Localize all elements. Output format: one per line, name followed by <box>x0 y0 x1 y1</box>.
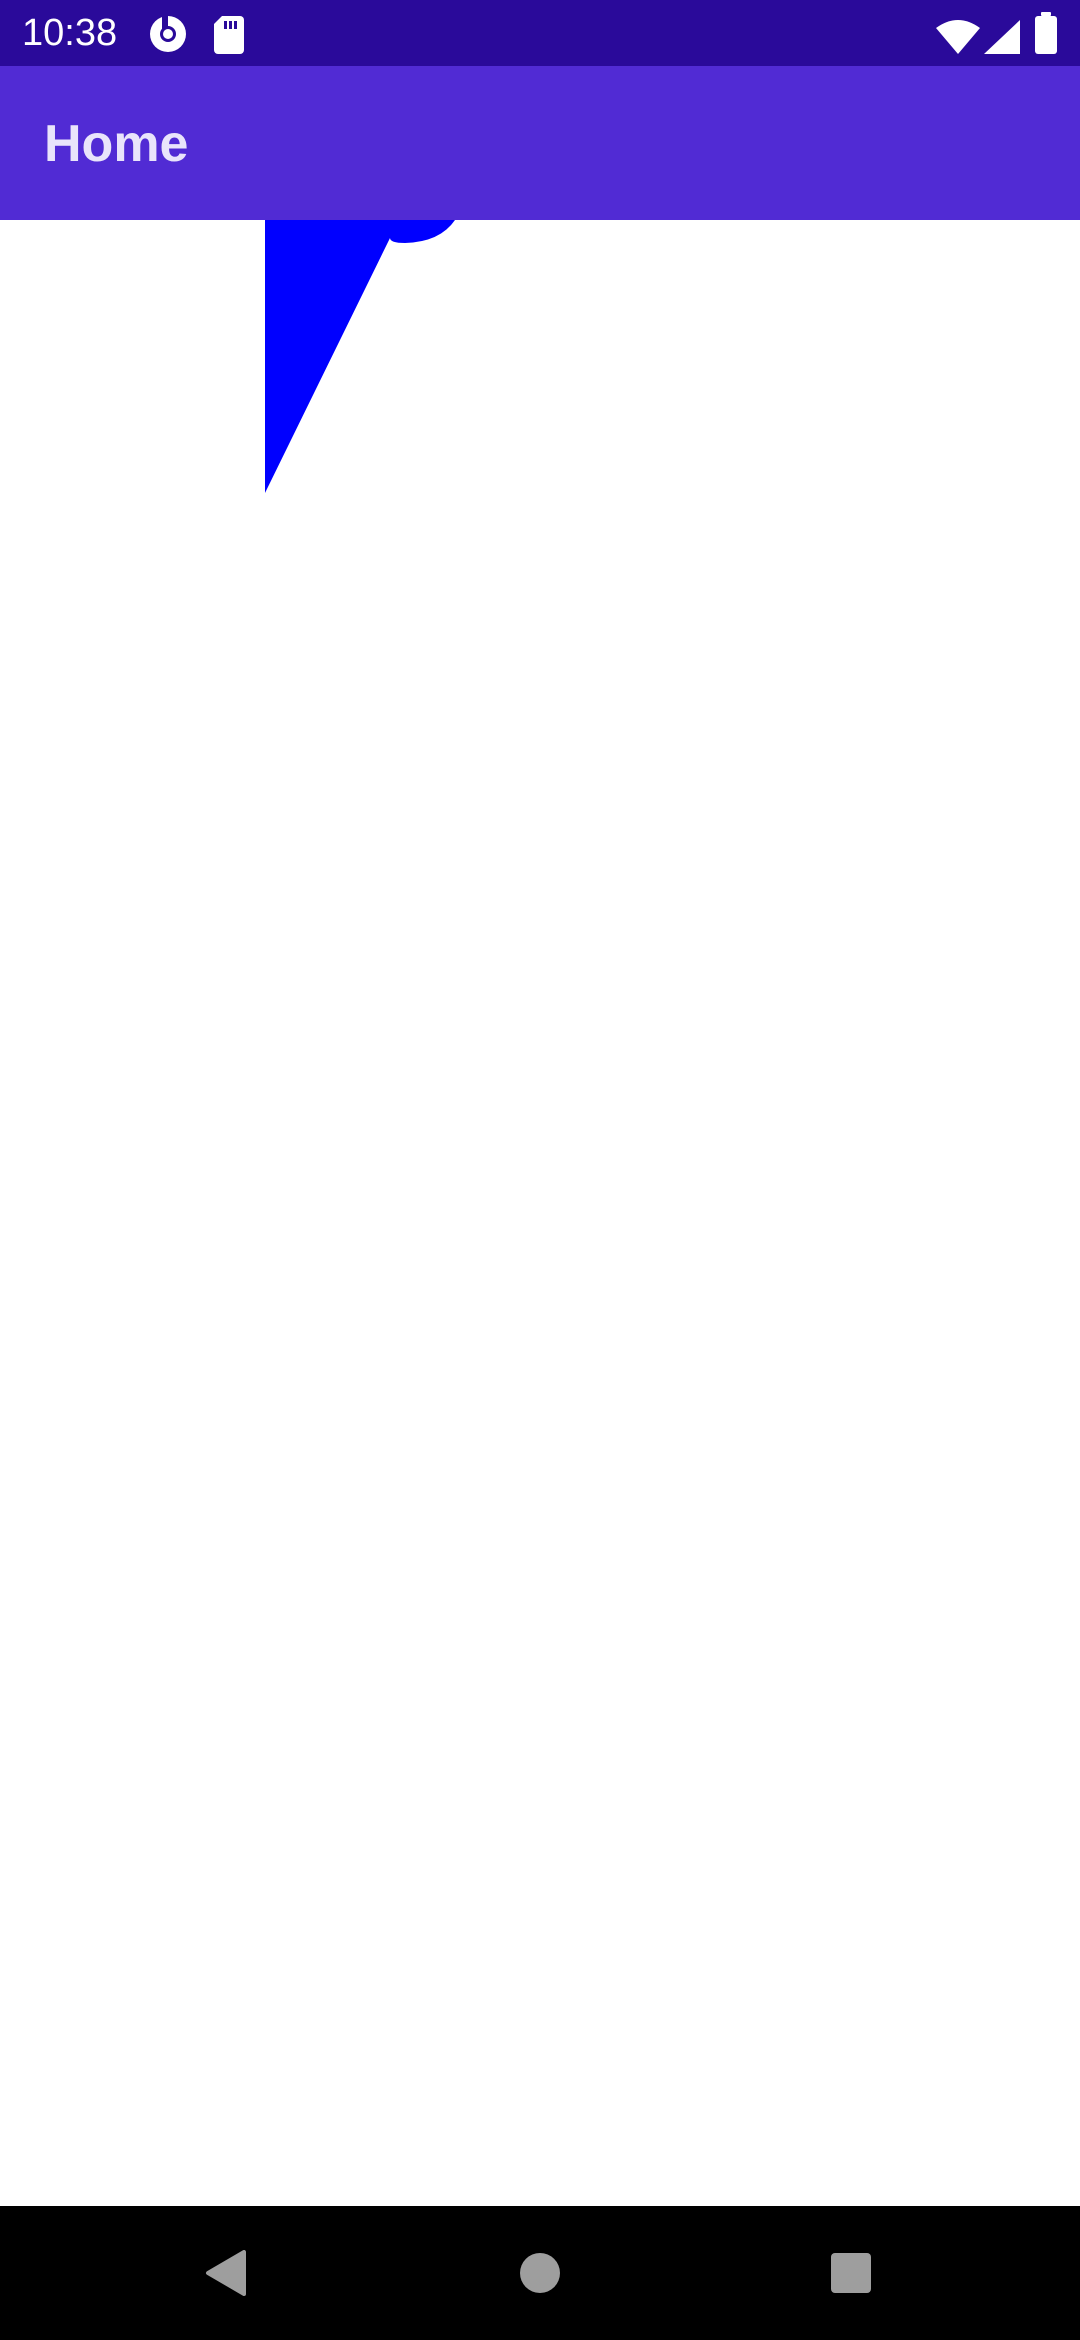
cellular-signal-icon <box>984 20 1020 54</box>
blue-triangle-shape <box>265 220 455 493</box>
content-area <box>0 220 1080 2206</box>
status-bar: 10:38 <box>0 0 1080 66</box>
page-title: Home <box>44 115 189 173</box>
screen: 10:38 Home <box>0 0 1080 2340</box>
back-icon <box>206 2250 246 2296</box>
navigation-bar <box>0 2206 1080 2340</box>
home-button[interactable] <box>495 2228 585 2318</box>
battery-icon <box>1035 12 1057 54</box>
app-bar: Home <box>0 66 1080 220</box>
sd-card-icon <box>214 16 244 54</box>
home-icon <box>520 2253 560 2293</box>
wifi-icon <box>936 20 980 54</box>
recents-button[interactable] <box>806 2228 896 2318</box>
back-button[interactable] <box>181 2228 271 2318</box>
recents-icon <box>831 2253 871 2293</box>
data-saver-icon <box>150 16 186 52</box>
status-time: 10:38 <box>22 12 118 54</box>
